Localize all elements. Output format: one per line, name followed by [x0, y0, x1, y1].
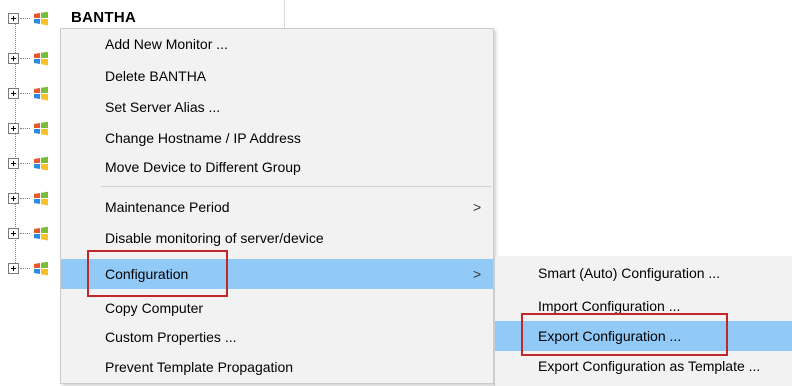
submenu-item-label: Export Configuration as Template ...	[538, 358, 761, 374]
menu-item-label: Move Device to Different Group	[105, 159, 301, 175]
menu-item-label: Prevent Template Propagation	[105, 359, 294, 375]
configuration-submenu: Smart (Auto) Configuration ... Import Co…	[494, 256, 792, 386]
tree-branch-line	[20, 18, 30, 19]
submenu-item-label: Smart (Auto) Configuration ...	[538, 265, 721, 281]
submenu-item-export-configuration-template[interactable]: Export Configuration as Template ...	[495, 351, 792, 381]
windows-logo-icon	[34, 11, 48, 26]
plus-box-icon[interactable]	[8, 13, 19, 24]
plus-box-icon[interactable]	[8, 193, 19, 204]
windows-logo-icon	[34, 86, 48, 101]
menu-item-disable-monitoring[interactable]: Disable monitoring of server/device	[61, 223, 493, 253]
windows-logo-icon	[34, 156, 48, 171]
plus-box-icon[interactable]	[8, 88, 19, 99]
menu-item-label: Add New Monitor ...	[105, 36, 228, 52]
menu-item-label: Disable monitoring of server/device	[105, 230, 324, 246]
tree-branch-line	[20, 58, 30, 59]
tree-branch-line	[20, 93, 30, 94]
menu-item-prevent-template-propagation[interactable]: Prevent Template Propagation	[61, 352, 493, 382]
plus-box-icon[interactable]	[8, 228, 19, 239]
context-menu: Add New Monitor ... Delete BANTHA Set Se…	[60, 28, 494, 384]
submenu-item-import-configuration[interactable]: Import Configuration ...	[495, 291, 792, 321]
menu-item-label: Custom Properties ...	[105, 329, 237, 345]
submenu-arrow-icon: >	[473, 199, 482, 215]
menu-item-label: Set Server Alias ...	[105, 99, 221, 115]
plus-box-icon[interactable]	[8, 263, 19, 274]
windows-logo-icon	[34, 191, 48, 206]
plus-box-icon[interactable]	[8, 53, 19, 64]
tree-branch-line	[20, 128, 30, 129]
tree-node-label[interactable]: BANTHA	[71, 9, 136, 26]
plus-box-icon[interactable]	[8, 158, 19, 169]
submenu-arrow-icon: >	[473, 266, 482, 282]
tree-branch-line	[20, 198, 30, 199]
menu-item-label: Delete BANTHA	[105, 68, 207, 84]
tree-branch-line	[20, 163, 30, 164]
menu-item-set-server-alias[interactable]: Set Server Alias ...	[61, 92, 493, 122]
menu-item-label: Configuration	[105, 266, 189, 282]
menu-item-move-device[interactable]: Move Device to Different Group	[61, 152, 493, 182]
menu-item-copy-computer[interactable]: Copy Computer	[61, 293, 493, 323]
menu-item-delete-server[interactable]: Delete BANTHA	[61, 61, 493, 91]
plus-box-icon[interactable]	[8, 123, 19, 134]
menu-item-change-hostname[interactable]: Change Hostname / IP Address	[61, 123, 493, 153]
tree-node-bantha[interactable]	[8, 10, 78, 30]
menu-item-custom-properties[interactable]: Custom Properties ...	[61, 322, 493, 352]
menu-item-label: Maintenance Period	[105, 199, 230, 215]
menu-item-configuration[interactable]: Configuration >	[61, 259, 493, 289]
submenu-item-smart-configuration[interactable]: Smart (Auto) Configuration ...	[495, 258, 792, 288]
tree-branch-line	[20, 268, 30, 269]
tree-branch-line	[20, 233, 30, 234]
windows-logo-icon	[34, 226, 48, 241]
menu-item-label: Copy Computer	[105, 300, 204, 316]
submenu-item-label: Import Configuration ...	[538, 298, 681, 314]
windows-logo-icon	[34, 261, 48, 276]
submenu-item-export-configuration[interactable]: Export Configuration ...	[495, 321, 792, 351]
windows-logo-icon	[34, 51, 48, 66]
menu-separator	[101, 186, 491, 187]
menu-item-label: Change Hostname / IP Address	[105, 130, 301, 146]
windows-logo-icon	[34, 121, 48, 136]
submenu-item-label: Export Configuration ...	[538, 328, 682, 344]
menu-item-add-new-monitor[interactable]: Add New Monitor ...	[61, 29, 493, 59]
menu-item-maintenance-period[interactable]: Maintenance Period >	[61, 192, 493, 222]
